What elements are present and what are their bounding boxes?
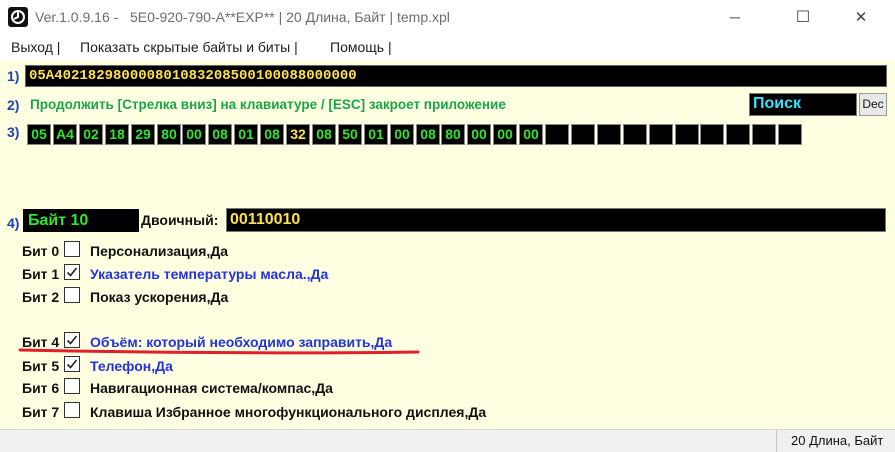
- binary-label: Двоичный:: [141, 212, 219, 228]
- byte-cell[interactable]: 00: [182, 124, 206, 145]
- bit-checkbox[interactable]: [64, 402, 80, 418]
- byte-cell[interactable]: 50: [338, 124, 362, 145]
- byte-cell[interactable]: [571, 124, 595, 145]
- status-text: 20 Длина, Байт: [776, 430, 895, 452]
- app-logo-icon: [8, 7, 28, 27]
- row-2-number: 2): [7, 97, 20, 113]
- maximize-button[interactable]: ☐: [780, 0, 826, 34]
- bit-checkbox[interactable]: [64, 332, 80, 348]
- bit-description: Персонализация,Да: [90, 243, 229, 259]
- title-bar: Ver.1.0.9.16 - 5E0-920-790-A**EXP** | 20…: [0, 0, 895, 34]
- search-field[interactable]: Поиск: [749, 93, 857, 116]
- bit-name: Бит 5: [22, 358, 60, 374]
- dec-button[interactable]: Dec: [859, 93, 887, 116]
- byte-label: Байт 10: [23, 209, 139, 232]
- checkmark-icon: [66, 359, 78, 369]
- byte-cell[interactable]: [700, 124, 724, 145]
- instruction-message: Продолжить [Стрелка вниз] на клавиатуре …: [30, 97, 506, 112]
- close-icon: ✕: [854, 9, 868, 26]
- byte-cell[interactable]: 05: [27, 124, 51, 145]
- menu-item-show-hidden[interactable]: Показать скрытые байты и биты |: [80, 39, 298, 55]
- menu-item-help[interactable]: Помощь |: [330, 39, 392, 55]
- byte-cell[interactable]: 00: [390, 124, 414, 145]
- byte-cell[interactable]: A4: [53, 124, 77, 145]
- byte-cell[interactable]: 00: [519, 124, 543, 145]
- byte-cell[interactable]: [545, 124, 569, 145]
- bit-checkbox[interactable]: [64, 241, 80, 257]
- app-window: Ver.1.0.9.16 - 5E0-920-790-A**EXP** | 20…: [0, 0, 895, 452]
- byte-cell[interactable]: [726, 124, 750, 145]
- bit-description: Телефон,Да: [90, 358, 173, 374]
- byte-cell[interactable]: 00: [467, 124, 491, 145]
- minimize-icon: ─: [730, 9, 740, 25]
- byte-cell[interactable]: [752, 124, 776, 145]
- checkmark-icon: [66, 267, 78, 277]
- bit-description: Указатель температуры масла.,Да: [90, 266, 329, 282]
- byte-cell[interactable]: [649, 124, 673, 145]
- checkmark-icon: [66, 335, 78, 345]
- byte-cell[interactable]: 00: [493, 124, 517, 145]
- byte-cell[interactable]: 80: [441, 124, 465, 145]
- bit-checkbox[interactable]: [64, 287, 80, 303]
- bit-checkbox[interactable]: [64, 378, 80, 394]
- byte-cell[interactable]: [778, 124, 802, 145]
- bit-name: Бит 4: [22, 334, 60, 350]
- bit-checkbox[interactable]: [64, 264, 80, 280]
- binary-value-field[interactable]: 00110010: [226, 208, 886, 232]
- bit-name: Бит 1: [22, 266, 60, 282]
- byte-cell[interactable]: 08: [312, 124, 336, 145]
- byte-cell[interactable]: 08: [208, 124, 232, 145]
- byte-cell[interactable]: 01: [234, 124, 258, 145]
- window-title: Ver.1.0.9.16 - 5E0-920-790-A**EXP** | 20…: [35, 9, 450, 25]
- byte-cell[interactable]: 08: [260, 124, 284, 145]
- bit-name: Бит 2: [22, 289, 60, 305]
- bit-name: Бит 7: [22, 404, 60, 420]
- maximize-icon: ☐: [795, 9, 811, 26]
- close-button[interactable]: ✕: [838, 0, 884, 34]
- row-3-number: 3): [7, 124, 20, 140]
- bit-description: Навигационная система/компас,Да: [90, 380, 333, 396]
- bit-description: Клавиша Избранное многофункционального д…: [90, 404, 487, 420]
- byte-cell[interactable]: 02: [79, 124, 103, 145]
- byte-cell[interactable]: 01: [364, 124, 388, 145]
- minimize-button[interactable]: ─: [712, 0, 758, 34]
- bit-name: Бит 6: [22, 380, 60, 396]
- byte-cell[interactable]: 29: [131, 124, 155, 145]
- byte-cell[interactable]: 18: [105, 124, 129, 145]
- bit-checkbox[interactable]: [64, 356, 80, 372]
- byte-cell[interactable]: [675, 124, 699, 145]
- hex-string-value: 05A402182980000801083208500100088000000: [29, 68, 357, 84]
- menu-bar: Выход | Показать скрытые байты и биты | …: [0, 34, 895, 60]
- byte-cell[interactable]: 32: [286, 124, 310, 145]
- bit-description: Показ ускорения,Да: [90, 289, 229, 305]
- bit-description: Объём: который необходимо заправить,Да: [90, 334, 393, 350]
- byte-cell[interactable]: [597, 124, 621, 145]
- bit-name: Бит 0: [22, 243, 60, 259]
- status-bar: 20 Длина, Байт: [0, 429, 895, 452]
- byte-cell[interactable]: 08: [416, 124, 440, 145]
- row-4-number: 4): [7, 215, 20, 231]
- byte-cell[interactable]: [623, 124, 647, 145]
- menu-item-exit[interactable]: Выход |: [11, 39, 60, 55]
- hex-string-field[interactable]: 05A402182980000801083208500100088000000: [25, 65, 887, 87]
- search-label: Поиск: [753, 95, 802, 112]
- row-1-number: 1): [7, 68, 20, 84]
- byte-cell[interactable]: 80: [157, 124, 181, 145]
